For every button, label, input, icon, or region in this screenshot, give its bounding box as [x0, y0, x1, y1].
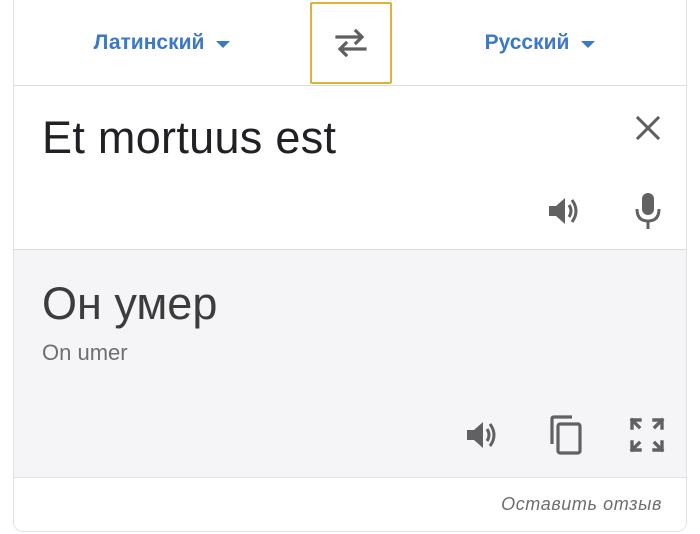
caret-down-icon — [216, 41, 231, 48]
speaker-icon — [549, 198, 578, 224]
speaker-icon — [467, 422, 496, 448]
source-text[interactable]: Et mortuus est — [42, 112, 336, 164]
language-bar: Латинский Русский — [14, 0, 686, 86]
caret-down-icon — [581, 41, 596, 48]
swap-languages-button[interactable] — [310, 2, 392, 84]
swap-arrows-icon — [335, 28, 367, 58]
transliteration-text: On umer — [42, 340, 128, 365]
source-input-area[interactable]: Et mortuus est — [14, 86, 686, 250]
source-language-label: Латинский — [93, 31, 205, 54]
close-icon — [635, 115, 661, 141]
microphone-icon — [635, 193, 661, 229]
target-language-label: Русский — [484, 31, 570, 54]
fullscreen-icon — [629, 417, 665, 453]
translator-card: Латинский Русский Et mortuus est Он умер… — [13, 0, 687, 532]
target-language-selector[interactable]: Русский — [392, 0, 686, 86]
result-listen-button[interactable] — [462, 414, 504, 456]
copy-icon — [550, 415, 582, 455]
fullscreen-button[interactable] — [626, 414, 668, 456]
translation-result-area: Он умер On umer — [14, 250, 686, 478]
translation-text: Он умер — [42, 278, 218, 329]
voice-input-button[interactable] — [626, 188, 670, 234]
source-listen-button[interactable] — [544, 190, 586, 232]
send-feedback-link[interactable]: Оставить отзыв — [501, 494, 662, 515]
source-language-selector[interactable]: Латинский — [14, 0, 310, 86]
clear-button[interactable] — [630, 110, 666, 146]
copy-button[interactable] — [542, 412, 588, 458]
card-footer: Оставить отзыв — [14, 478, 686, 531]
